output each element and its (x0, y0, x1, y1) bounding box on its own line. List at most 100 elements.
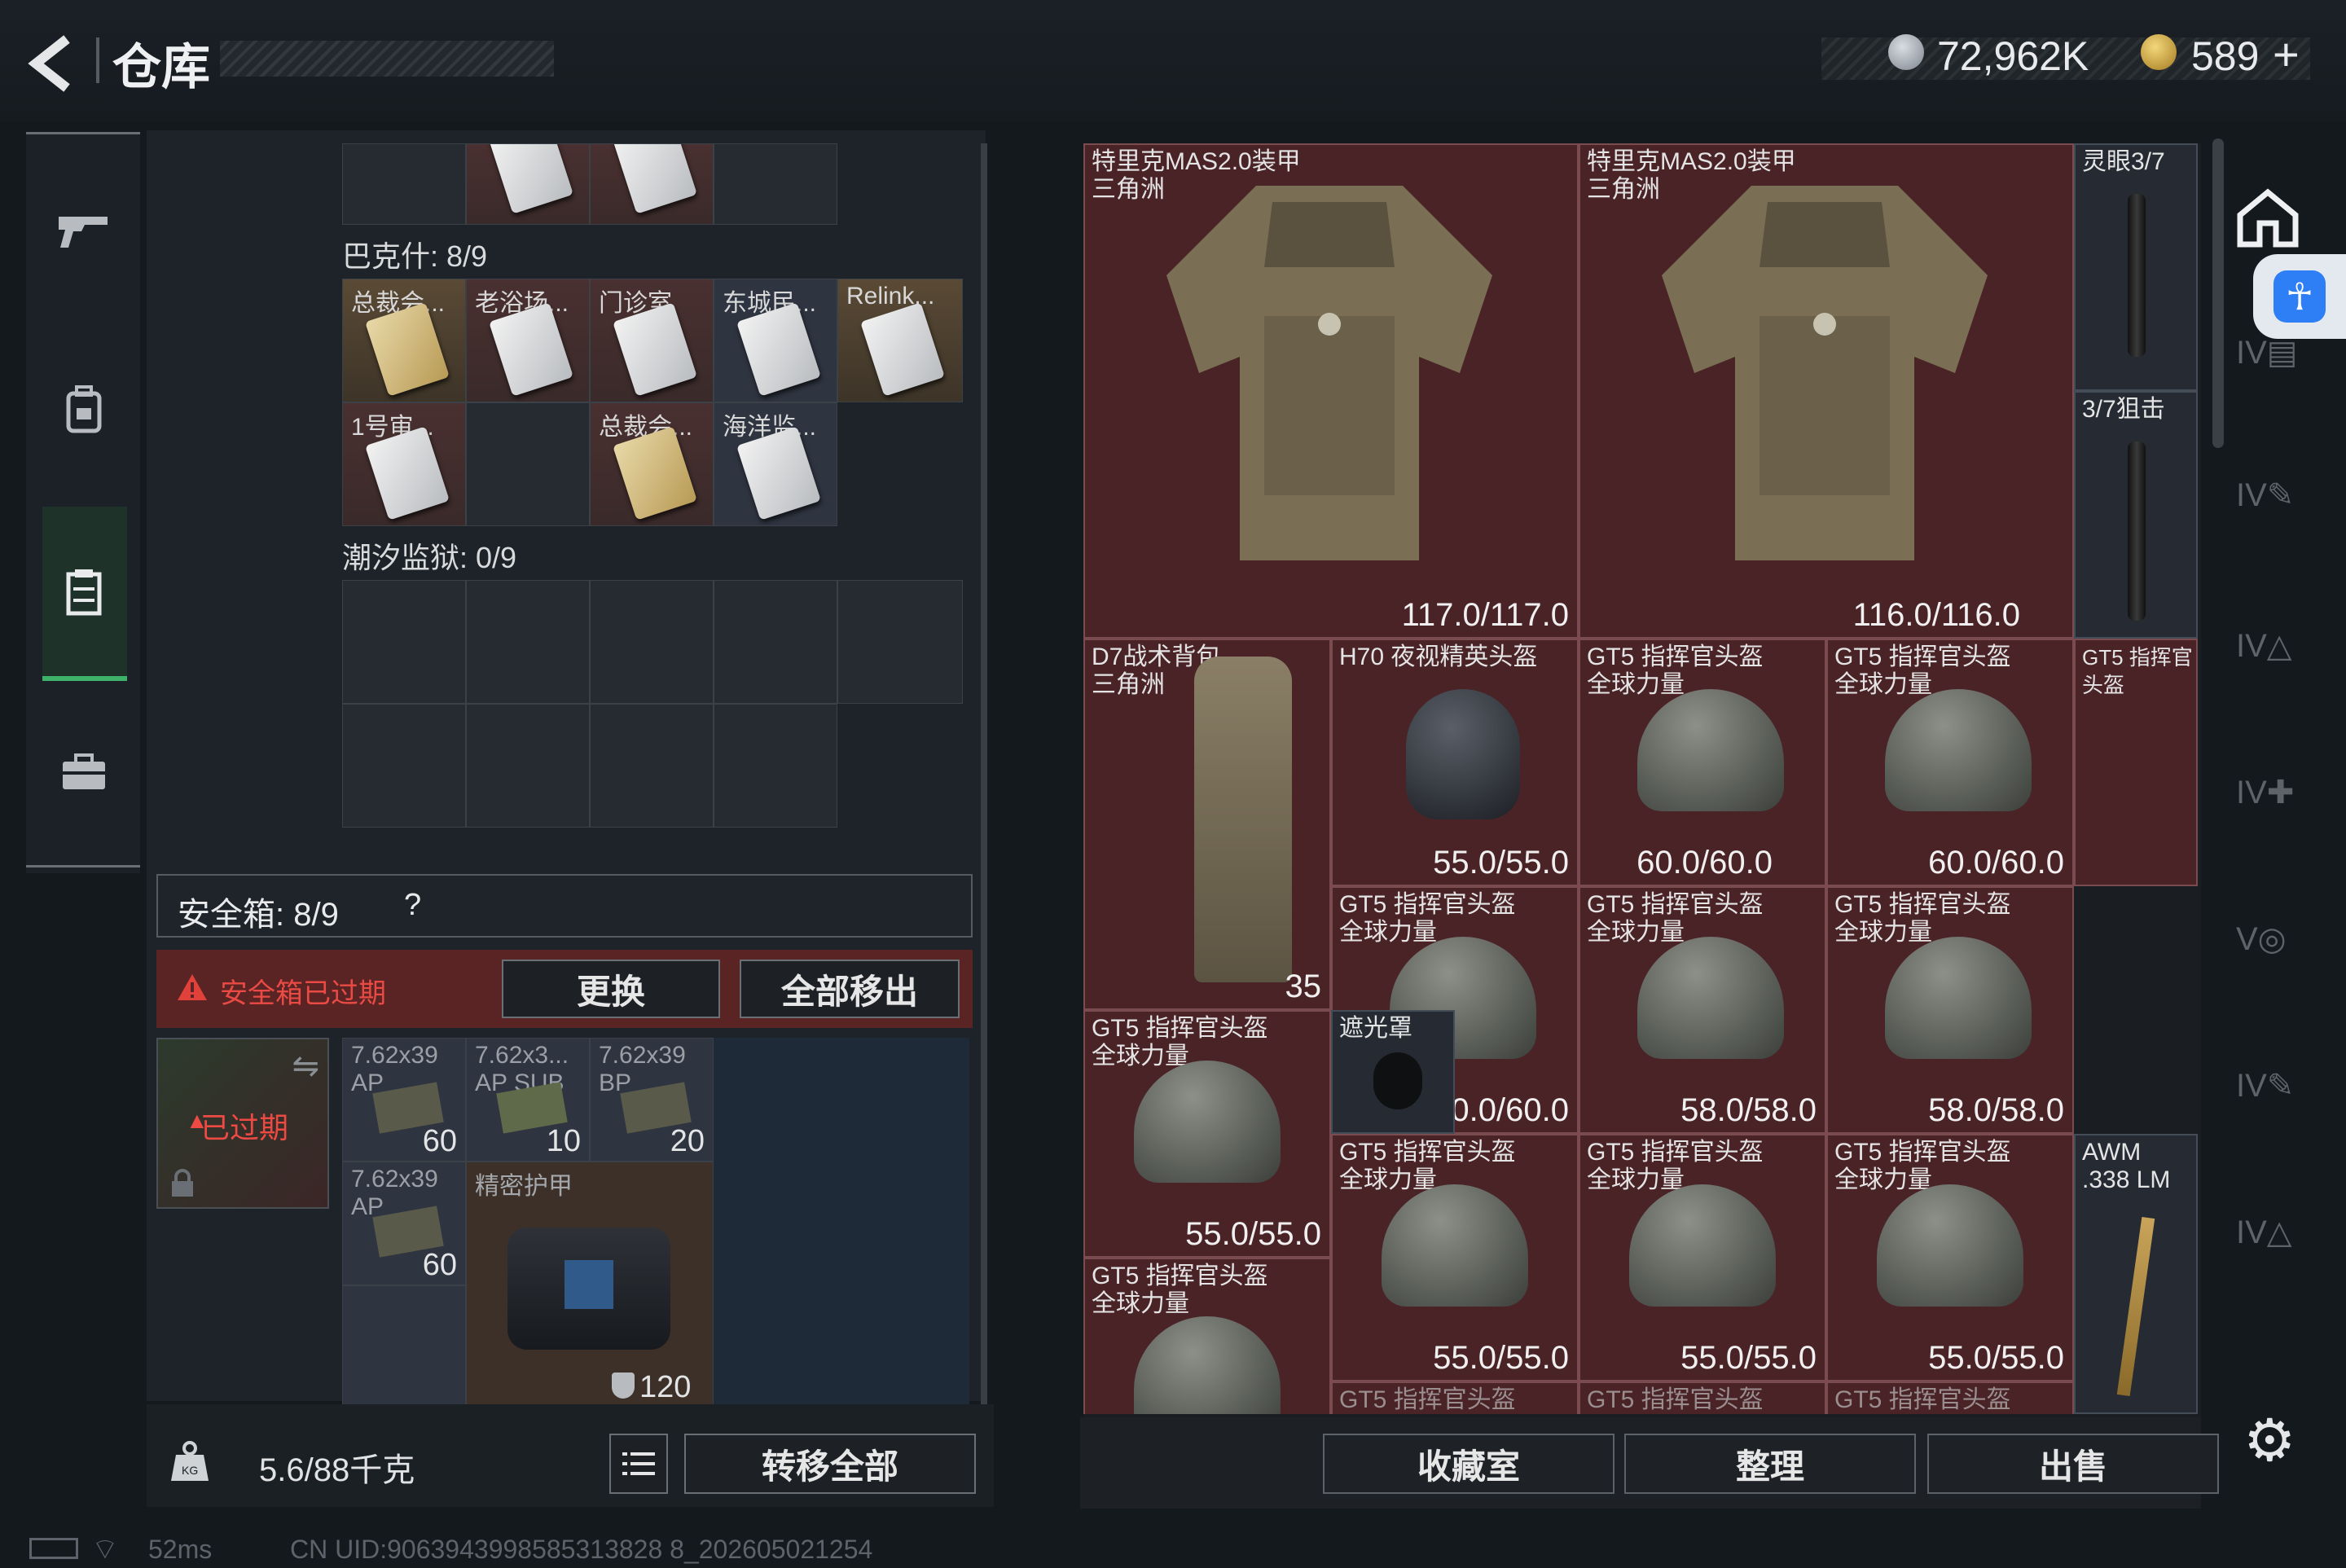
ammo-item[interactable]: 7.62x39 BP 20 (590, 1038, 714, 1162)
stash-home-icon[interactable] (2235, 187, 2300, 253)
bakshi-section-label: 巴克什: 8/9 (342, 239, 488, 273)
helmet-image (1629, 1184, 1776, 1307)
collection-room-button[interactable]: 收藏室 (1323, 1434, 1615, 1494)
stash-item-helmet[interactable]: GT5 指挥官头盔 全球力量 58.0/58.0 (1579, 886, 1826, 1134)
nav-bottom-line (26, 865, 140, 867)
storage-nav-icon[interactable] (49, 557, 119, 627)
stash-item-armor[interactable]: 特里克MAS2.0装甲 三角洲 116.0/116.0 (1579, 143, 2074, 639)
armor-vest-image (1662, 186, 1988, 560)
grid-slot[interactable] (590, 580, 714, 704)
lock-icon[interactable]: IV✚ (2236, 774, 2301, 831)
lock-icon[interactable]: IV✎ (2236, 1067, 2301, 1124)
grid-slot[interactable] (466, 402, 590, 526)
ammo-count: 60 (422, 1124, 457, 1158)
helmet-image (1637, 937, 1784, 1059)
lock-icon (169, 1169, 196, 1202)
settings-gear-icon[interactable]: ⚙ (2243, 1406, 2296, 1474)
keycard-item[interactable]: 门诊室 (590, 279, 714, 402)
replace-button[interactable]: 更换 (502, 960, 720, 1018)
top-partial-grid (342, 143, 839, 225)
stash-item-ammo[interactable]: AWM .338 LM (2074, 1134, 2198, 1414)
ammo-count: 10 (546, 1124, 581, 1158)
stash-item-helmet[interactable]: GT5 指挥官头盔 (1579, 1381, 1826, 1414)
add-gold-button[interactable]: + (2273, 28, 2300, 81)
silver-coin-icon (1888, 34, 1924, 70)
grid-slot[interactable] (590, 704, 714, 828)
stash-item-helmet[interactable]: GT5 指挥官头盔 全球力量 55.0/55.0 (1083, 1010, 1331, 1258)
list-view-button[interactable] (609, 1434, 668, 1494)
helmet-image (1406, 689, 1520, 819)
grid-slot[interactable] (466, 704, 590, 828)
grid-slot[interactable] (714, 704, 837, 828)
sell-button[interactable]: 出售 (1927, 1434, 2219, 1494)
stash-item-armor[interactable]: 特里克MAS2.0装甲 三角洲 117.0/117.0 (1083, 143, 1579, 639)
stash-item-helmet[interactable]: GT5 指挥官头盔 全球力量 58.0/58.0 (1826, 886, 2074, 1134)
grid-slot[interactable] (342, 1285, 466, 1408)
helmet-image (1134, 1316, 1281, 1414)
weight-icon: KG (169, 1440, 210, 1487)
stash-item-helmet[interactable]: GT5 指挥官头盔 全球力量 60.0/60.0 (1826, 639, 2074, 886)
grid-slot[interactable] (466, 580, 590, 704)
stash-item-lens-hood[interactable]: 遮光罩 (1331, 1010, 1455, 1134)
stash-item-helmet[interactable]: GT5 指挥官头盔 全球力量 60.0/60.0 (1579, 639, 1826, 886)
stash-item-helmet[interactable]: GT5 指挥官头盔 全球力量 55.0/55.0 (1331, 1134, 1579, 1381)
expired-warning-icon: ▲ (186, 1108, 209, 1133)
stash-item-scope[interactable]: 灵眼3/7 (2074, 143, 2198, 391)
keycard-item[interactable]: 总裁会... (590, 402, 714, 526)
stash-item-helmet[interactable]: GT5 指挥官头盔 全球力量 55.0/55.0 (1579, 1134, 1826, 1381)
ammo-item[interactable]: 7.62x3... AP SUB 10 (466, 1038, 590, 1162)
lock-icon[interactable]: IV△ (2236, 627, 2301, 684)
armor-item[interactable]: 精密护甲 120 (466, 1162, 714, 1408)
stash-item-helmet[interactable]: GT5 指挥官头盔 (2074, 639, 2198, 886)
lock-icon[interactable]: IV△ (2236, 1214, 2301, 1271)
grid-slot[interactable] (342, 580, 466, 704)
safe-box-help-button[interactable]: ? (404, 888, 421, 923)
remove-all-button[interactable]: 全部移出 (740, 960, 960, 1018)
sort-button[interactable]: 整理 (1624, 1434, 1916, 1494)
tidal-prison-section-label: 潮汐监狱: 0/9 (342, 541, 517, 574)
stash-item-backpack[interactable]: D7战术背包 三角洲 35 (1083, 639, 1331, 1010)
keycard-item[interactable]: 1号审... (342, 402, 466, 526)
left-scrollbar[interactable] (981, 143, 987, 1414)
backpack-nav-icon[interactable] (49, 375, 119, 445)
lock-icon[interactable]: IV✎ (2236, 477, 2301, 534)
stash-scrollbar[interactable] (2212, 138, 2224, 448)
helmet-image (1637, 689, 1784, 811)
ammo-item[interactable]: 7.62x39 AP 60 (342, 1038, 466, 1162)
transfer-all-button[interactable]: 转移全部 (684, 1434, 976, 1494)
nav-top-line (26, 132, 140, 134)
keycard-item[interactable]: 东城民... (714, 279, 837, 402)
expired-tag: 已过期 (200, 1111, 289, 1144)
lens-hood-image (1373, 1052, 1422, 1109)
stash-item-helmet[interactable]: GT5 指挥官头盔 (1331, 1381, 1579, 1414)
bakshi-grid: 总裁会... 老浴场... 门诊室 东城民... Relink... 1号审..… (342, 279, 964, 528)
weapon-nav-icon[interactable] (49, 195, 119, 266)
wifi-icon: ⌔ (91, 1532, 119, 1566)
ammo-item[interactable]: 7.62x39 AP 60 (342, 1162, 466, 1285)
accessibility-icon: ☥ (2274, 270, 2326, 323)
keycard-item[interactable]: 海洋监... (714, 402, 837, 526)
ammo-count: 60 (422, 1248, 457, 1282)
keycard-item[interactable]: 总裁会... (342, 279, 466, 402)
stash-item-helmet[interactable]: GT5 指挥官头盔 (1826, 1381, 2074, 1414)
keycard-slot[interactable] (466, 143, 590, 225)
safe-box-item[interactable]: ⇋ 已过期 ▲ (156, 1038, 329, 1209)
stash-item-scope[interactable]: 3/7狙击 (2074, 391, 2198, 639)
title-divider (96, 37, 99, 83)
lock-icon[interactable]: V◎ (2236, 920, 2301, 977)
grid-slot[interactable] (714, 143, 837, 225)
grid-slot[interactable] (342, 704, 466, 828)
back-icon[interactable] (24, 31, 81, 96)
grid-slot[interactable] (714, 580, 837, 704)
accessibility-button[interactable]: ☥ (2253, 254, 2346, 339)
grid-slot[interactable] (342, 143, 466, 225)
keycard-item[interactable]: Relink... (837, 279, 963, 402)
stash-item-helmet[interactable]: GT5 指挥官头盔 全球力量 55.0/55.0 (1826, 1134, 2074, 1381)
keycard-item[interactable]: 老浴场... (466, 279, 590, 402)
grid-slot[interactable] (837, 580, 963, 704)
lock-icon[interactable]: IV▤ (2236, 334, 2301, 391)
keycard-slot[interactable] (590, 143, 714, 225)
stash-item-helmet[interactable]: GT5 指挥官头盔 全球力量 (1083, 1258, 1331, 1414)
stash-item-helmet[interactable]: H70 夜视精英头盔 55.0/55.0 (1331, 639, 1579, 886)
briefcase-nav-icon[interactable] (49, 737, 119, 807)
